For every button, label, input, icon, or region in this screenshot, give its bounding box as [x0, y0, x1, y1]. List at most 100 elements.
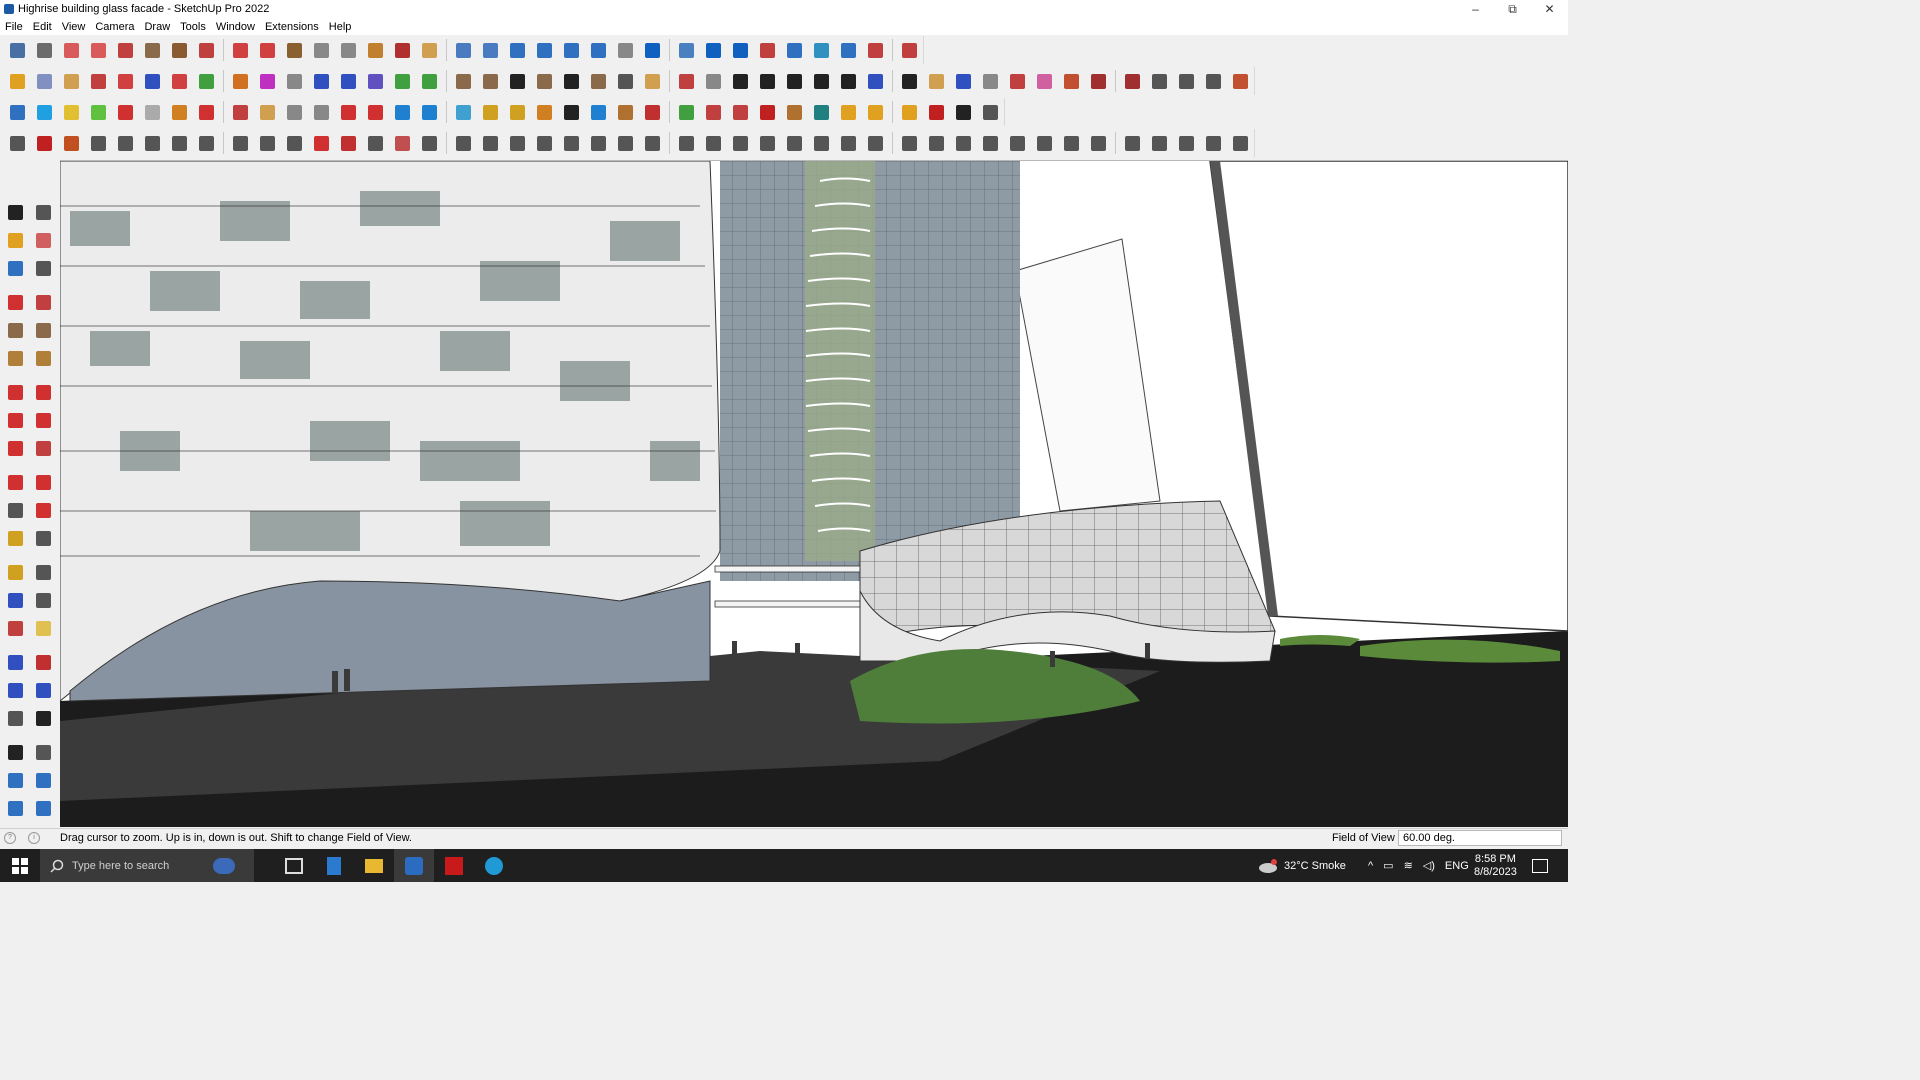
toolbar-row1-tool-9-icon[interactable]	[229, 38, 253, 62]
toolbar-row3-tool-30-icon[interactable]	[810, 100, 834, 124]
wifi-icon[interactable]: ≋	[1404, 859, 1413, 872]
file-explorer-icon[interactable]	[354, 849, 394, 882]
geo-location-icon[interactable]: ?	[4, 832, 16, 844]
large-tool-set-tool-9-icon[interactable]	[3, 318, 27, 342]
battery-icon[interactable]: ▭	[1383, 859, 1393, 872]
large-tool-set-tool-29-icon[interactable]	[3, 616, 27, 640]
toolbar-row4-tool-18-icon[interactable]	[479, 131, 503, 155]
large-tool-set-tool-7-icon[interactable]	[3, 290, 27, 314]
toolbar-row2-tool-8-icon[interactable]	[195, 69, 219, 93]
toolbar-row3-tool-4-icon[interactable]	[87, 100, 111, 124]
toolbar-row4-tool-16-icon[interactable]	[418, 131, 442, 155]
toolbar-row1-tool-8-icon[interactable]	[195, 38, 219, 62]
large-tool-set-tool-5-icon[interactable]	[3, 256, 27, 280]
weather-widget[interactable]: 32°C Smoke	[1258, 849, 1346, 882]
edge-browser-icon[interactable]	[474, 849, 514, 882]
toolbar-row1-tool-22-icon[interactable]	[587, 38, 611, 62]
toolbar-row4-tool-15-icon[interactable]	[391, 131, 415, 155]
toolbar-row4-tool-44-icon[interactable]	[1202, 131, 1226, 155]
toolbar-row3-tool-28-icon[interactable]	[756, 100, 780, 124]
toolbar-row1-tool-23-icon[interactable]	[614, 38, 638, 62]
large-tool-set-tool-25-icon[interactable]	[3, 560, 27, 584]
toolbar-row4-tool-5-icon[interactable]	[114, 131, 138, 155]
toolbar-row1-tool-14-icon[interactable]	[364, 38, 388, 62]
toolbar-row3-tool-16-icon[interactable]	[418, 100, 442, 124]
large-tool-set-tool-13-icon[interactable]	[3, 380, 27, 404]
toolbar-row1-tool-1-icon[interactable]	[6, 38, 30, 62]
toolbar-row4-tool-10-icon[interactable]	[256, 131, 280, 155]
toolbar-row4-tool-1-icon[interactable]	[6, 131, 30, 155]
toolbar-row4-tool-13-icon[interactable]	[337, 131, 361, 155]
toolbar-row1-tool-31-icon[interactable]	[837, 38, 861, 62]
large-tool-set-tool-40-icon[interactable]	[31, 768, 55, 792]
toolbar-row2-tool-29-icon[interactable]	[783, 69, 807, 93]
toolbar-row2-tool-42-icon[interactable]	[1148, 69, 1172, 93]
volume-icon[interactable]: ◁)	[1423, 859, 1435, 872]
chevron-up-icon[interactable]: ^	[1368, 860, 1373, 872]
toolbar-row4-tool-14-icon[interactable]	[364, 131, 388, 155]
toolbar-row2-tool-34-icon[interactable]	[925, 69, 949, 93]
toolbar-row4-tool-6-icon[interactable]	[141, 131, 165, 155]
toolbar-row4-tool-3-icon[interactable]	[60, 131, 84, 155]
toolbar-row1-tool-6-icon[interactable]	[141, 38, 165, 62]
large-tool-set-tool-1-icon[interactable]	[3, 200, 27, 224]
toolbar-row2-tool-10-icon[interactable]	[256, 69, 280, 93]
large-tool-set-tool-28-icon[interactable]	[31, 588, 55, 612]
toolbar-row3-tool-3-icon[interactable]	[60, 100, 84, 124]
toolbar-row2-tool-43-icon[interactable]	[1175, 69, 1199, 93]
toolbar-row3-tool-29-icon[interactable]	[783, 100, 807, 124]
toolbar-row2-tool-9-icon[interactable]	[229, 69, 253, 93]
toolbar-row2-tool-1-icon[interactable]	[6, 69, 30, 93]
toolbar-row2-tool-36-icon[interactable]	[979, 69, 1003, 93]
toolbar-row3-tool-12-icon[interactable]	[310, 100, 334, 124]
toolbar-row4-tool-20-icon[interactable]	[533, 131, 557, 155]
sketchup-taskbar-icon[interactable]	[394, 849, 434, 882]
toolbar-row4-tool-43-icon[interactable]	[1175, 131, 1199, 155]
toolbar-row1-tool-27-icon[interactable]	[729, 38, 753, 62]
notification-center-icon[interactable]	[1532, 849, 1548, 882]
toolbar-row1-tool-18-icon[interactable]	[479, 38, 503, 62]
toolbar-row3-tool-35-icon[interactable]	[952, 100, 976, 124]
measurements-input[interactable]	[1398, 830, 1562, 846]
toolbar-row3-tool-8-icon[interactable]	[195, 100, 219, 124]
menu-file[interactable]: File	[0, 21, 28, 33]
toolbar-row4-tool-28-icon[interactable]	[756, 131, 780, 155]
toolbar-row3-tool-33-icon[interactable]	[898, 100, 922, 124]
toolbar-row3-tool-27-icon[interactable]	[729, 100, 753, 124]
toolbar-row2-tool-40-icon[interactable]	[1087, 69, 1111, 93]
toolbar-row1-tool-7-icon[interactable]	[168, 38, 192, 62]
toolbar-row3-tool-1-icon[interactable]	[6, 100, 30, 124]
toolbar-row3-tool-17-icon[interactable]	[452, 100, 476, 124]
menu-draw[interactable]: Draw	[139, 21, 175, 33]
toolbar-row3-tool-25-icon[interactable]	[675, 100, 699, 124]
large-tool-set-tool-19-icon[interactable]	[3, 470, 27, 494]
toolbar-row1-tool-24-icon[interactable]	[641, 38, 665, 62]
toolbar-row3-tool-5-icon[interactable]	[114, 100, 138, 124]
language-indicator[interactable]: ENG	[1445, 860, 1469, 872]
info-icon[interactable]: i	[28, 832, 40, 844]
toolbar-row1-tool-29-icon[interactable]	[783, 38, 807, 62]
toolbar-row4-tool-42-icon[interactable]	[1148, 131, 1172, 155]
toolbar-row4-tool-19-icon[interactable]	[506, 131, 530, 155]
large-tool-set-tool-3-icon[interactable]	[3, 228, 27, 252]
toolbar-row3-tool-26-icon[interactable]	[702, 100, 726, 124]
menu-camera[interactable]: Camera	[90, 21, 139, 33]
large-tool-set-tool-16-icon[interactable]	[31, 408, 55, 432]
search-highlight-icon[interactable]	[204, 849, 244, 882]
toolbar-row3-tool-36-icon[interactable]	[979, 100, 1003, 124]
toolbar-row2-tool-15-icon[interactable]	[391, 69, 415, 93]
toolbar-row4-tool-30-icon[interactable]	[810, 131, 834, 155]
toolbar-row2-tool-3-icon[interactable]	[60, 69, 84, 93]
toolbar-row4-tool-36-icon[interactable]	[979, 131, 1003, 155]
large-tool-set-tool-24-icon[interactable]	[31, 526, 55, 550]
toolbar-row2-tool-45-icon[interactable]	[1229, 69, 1253, 93]
toolbar-row1-tool-12-icon[interactable]	[310, 38, 334, 62]
large-tool-set-tool-4-icon[interactable]	[31, 228, 55, 252]
toolbar-row3-tool-11-icon[interactable]	[283, 100, 307, 124]
large-tool-set-tool-31-icon[interactable]	[3, 650, 27, 674]
large-tool-set-tool-32-icon[interactable]	[31, 650, 55, 674]
large-tool-set-tool-33-icon[interactable]	[3, 678, 27, 702]
menu-help[interactable]: Help	[324, 21, 357, 33]
toolbar-row3-tool-6-icon[interactable]	[141, 100, 165, 124]
toolbar-row4-tool-17-icon[interactable]	[452, 131, 476, 155]
